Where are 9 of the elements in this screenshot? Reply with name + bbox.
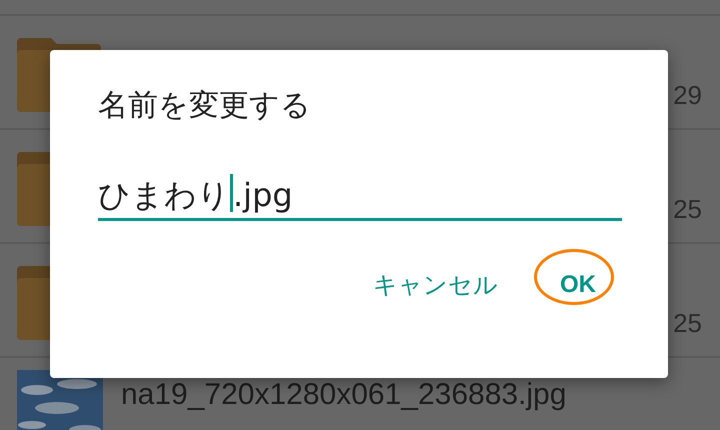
file-date: 25 — [673, 193, 702, 226]
cancel-button[interactable]: キャンセル — [367, 263, 504, 308]
file-date: 25 — [673, 307, 702, 340]
ok-button[interactable]: OK — [554, 263, 602, 308]
file-name: na19_720x1280x061_236883.jpg — [121, 377, 566, 413]
dialog-title: 名前を変更する — [98, 88, 312, 124]
file-date: 29 — [673, 79, 702, 112]
input-field[interactable]: ひまわり.jpg — [98, 174, 622, 222]
text-cursor — [230, 174, 233, 212]
